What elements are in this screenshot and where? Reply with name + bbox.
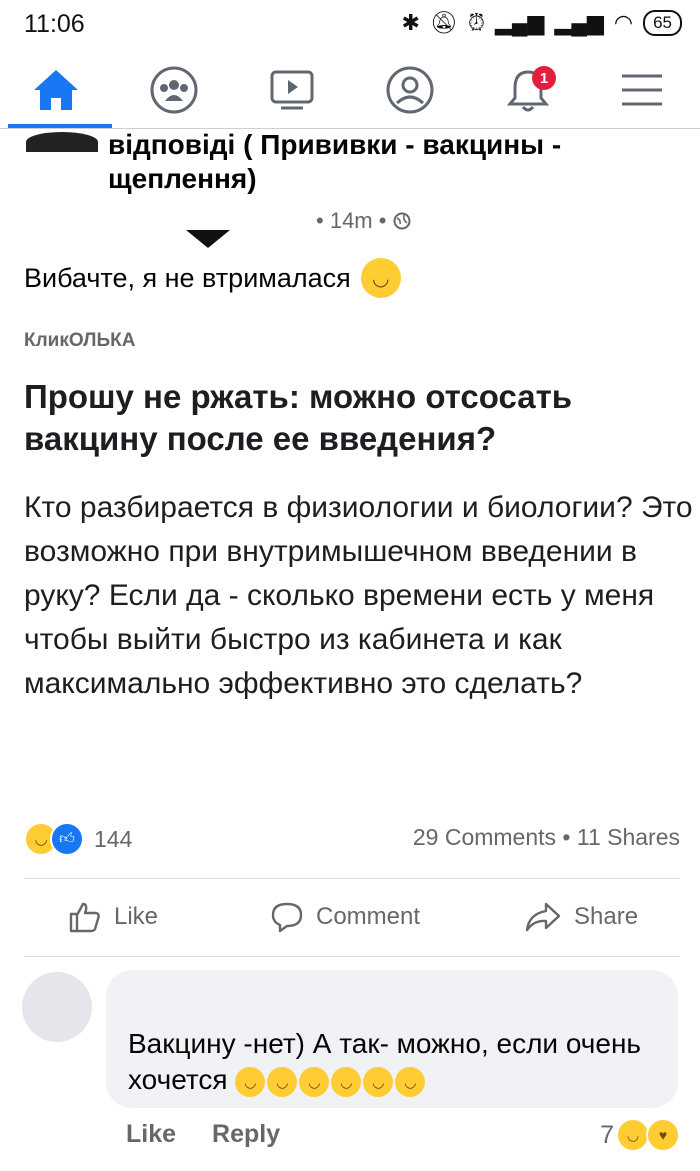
comment: Вакцину -нет) А так- можно, если очень х…	[0, 960, 700, 1171]
like-icon	[69, 902, 100, 933]
shared-body: Кто разбирается в физиологии и биологии?…	[24, 491, 693, 700]
rofl-icon: ◡	[299, 1066, 330, 1097]
post-time[interactable]: 14m	[330, 208, 373, 233]
divider	[24, 878, 680, 879]
signal-icon: ▂▄▆	[495, 10, 545, 35]
rofl-icon: ◡	[235, 1066, 266, 1097]
post-stats: ◡ 👍︎ 144 29 Comments • 11 Shares	[24, 820, 680, 860]
avatar[interactable]	[22, 972, 92, 1042]
comment-text: Вакцину -нет) А так- можно, если очень х…	[128, 1026, 668, 1098]
profile-icon	[386, 66, 434, 114]
alarm-icon: ⏰︎	[467, 10, 485, 35]
share-button[interactable]: Share	[524, 900, 638, 934]
tab-watch[interactable]	[264, 62, 320, 118]
wifi-icon: ◠	[613, 10, 634, 35]
comment-reactions-count: 7	[600, 1120, 614, 1149]
groups-icon	[150, 66, 198, 114]
comment-button[interactable]: Comment	[270, 900, 420, 934]
status-time: 11:06	[24, 10, 85, 38]
post-meta: • 14m •	[316, 208, 411, 234]
care-icon: ♥	[646, 1118, 680, 1152]
rofl-icon: ◡	[363, 1066, 394, 1097]
rofl-icon: ◡	[395, 1066, 426, 1097]
shared-source: КликОЛЬКА	[24, 330, 136, 351]
menu-icon	[622, 74, 662, 106]
tab-menu[interactable]	[614, 62, 670, 118]
shared-post[interactable]: КликОЛЬКА Прошу не ржать: можно отсосать…	[24, 330, 694, 706]
rofl-icon: ◡	[267, 1066, 298, 1097]
status-icons: ✱ 🔕︎ ⏰︎ ▂▄▆ ▂▄▆ ◠ 65	[401, 10, 682, 36]
post-actions: Like Comment Share	[0, 880, 700, 956]
mute-icon: 🔕︎	[429, 10, 458, 35]
signal-icon: ▂▄▆	[554, 10, 604, 35]
like-label: Like	[114, 903, 159, 930]
battery-indicator: 65	[643, 10, 682, 36]
rofl-icon: ◡	[331, 1066, 362, 1097]
status-bar: 11:06 ✱ 🔕︎ ⏰︎ ▂▄▆ ▂▄▆ ◠ 65	[0, 0, 700, 48]
group-title[interactable]: відповіді ( Прививки - вакцины - щепленн…	[108, 128, 668, 196]
comment-bubble[interactable]: Вакцину -нет) А так- можно, если очень х…	[106, 970, 678, 1108]
reactions-summary[interactable]: ◡ 👍︎ 144	[24, 822, 132, 856]
shared-headline: Прошу не ржать: можно отсосать вакцину п…	[24, 378, 573, 457]
comment-reply-button[interactable]: Reply	[212, 1120, 280, 1149]
comment-icon	[271, 902, 303, 933]
tab-home[interactable]	[28, 62, 84, 118]
post-message: Вибачте, я не втрималася	[24, 262, 351, 293]
comment-reactions[interactable]: 7 ◡ ♥	[600, 1118, 680, 1152]
redaction-mark	[186, 230, 230, 248]
bluetooth-icon: ✱	[401, 10, 420, 35]
comment-label: Comment	[316, 903, 421, 930]
like-reaction-icon: 👍︎	[50, 822, 84, 856]
notifications-badge: 1	[532, 66, 556, 90]
share-label: Share	[574, 903, 639, 930]
post-header: відповіді ( Прививки - вакцины - щепленн…	[0, 128, 700, 238]
post-text: Вибачте, я не втрималася ◡	[24, 258, 401, 298]
reactions-count: 144	[94, 825, 133, 852]
top-nav: 1	[0, 48, 700, 129]
haha-icon: ◡	[616, 1118, 650, 1152]
laughing-emoji-row: ◡ ◡ ◡ ◡ ◡ ◡	[235, 1066, 426, 1097]
comment-actions: Like Reply	[126, 1120, 280, 1149]
watch-icon	[270, 70, 314, 110]
comment-like-button[interactable]: Like	[126, 1120, 176, 1149]
like-button[interactable]: Like	[68, 900, 158, 934]
tab-groups[interactable]	[146, 62, 202, 118]
globe-icon	[393, 212, 411, 230]
comments-shares-count[interactable]: 29 Comments • 11 Shares	[413, 824, 680, 851]
home-icon	[34, 70, 78, 110]
share-icon	[525, 902, 561, 932]
sweat-smile-icon: ◡	[360, 258, 401, 298]
tab-notifications[interactable]: 1	[500, 62, 556, 118]
divider	[24, 956, 680, 957]
tab-profile[interactable]	[382, 62, 438, 118]
